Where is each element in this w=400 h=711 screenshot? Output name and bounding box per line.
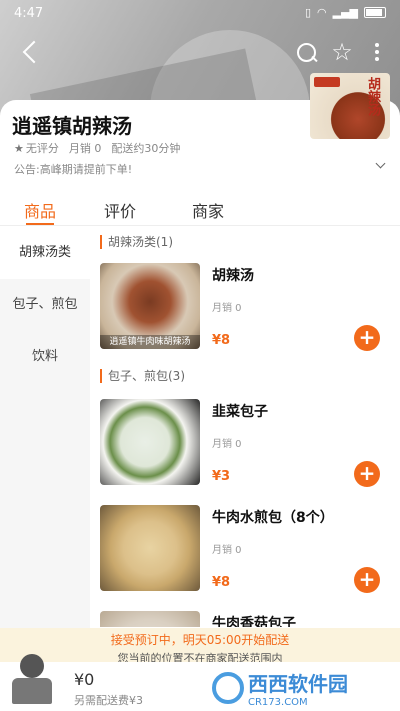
product-sales: 月销 0 bbox=[212, 439, 242, 450]
watermark-sub: CR173.COM bbox=[248, 697, 308, 708]
rating: ★ 无评分 bbox=[14, 140, 59, 156]
search-icon[interactable] bbox=[294, 40, 320, 66]
category-sidebar: 胡辣汤类 包子、煎包 饮料 bbox=[0, 227, 90, 647]
store-notice: 公告:高峰期请提前下单! bbox=[14, 163, 133, 176]
product-image bbox=[100, 611, 200, 627]
more-options-icon[interactable] bbox=[370, 40, 384, 66]
product-item[interactable]: 逍遥镇牛肉味胡辣汤 胡辣汤 月销 0 ¥8 + bbox=[100, 263, 390, 359]
product-image bbox=[100, 505, 200, 591]
add-to-cart-button[interactable]: + bbox=[354, 461, 380, 487]
category-header: 胡辣汤类(1) bbox=[100, 235, 173, 249]
tab-reviews[interactable]: 评价 bbox=[104, 198, 136, 222]
add-to-cart-button[interactable]: + bbox=[354, 567, 380, 593]
product-price: ¥3 bbox=[212, 469, 231, 484]
sidebar-item-buns[interactable]: 包子、煎包 bbox=[0, 279, 90, 331]
watermark: 西西软件园 CR173.COM bbox=[212, 672, 392, 708]
add-to-cart-button[interactable]: + bbox=[354, 325, 380, 351]
product-image: 逍遥镇牛肉味胡辣汤 bbox=[100, 263, 200, 349]
product-name: 韭菜包子 bbox=[212, 404, 268, 420]
product-sales: 月销 0 bbox=[212, 545, 242, 556]
store-meta: ★ 无评分 月销 0 配送约30分钟 bbox=[14, 140, 180, 156]
status-bar: 4:47 ▯ ◠ ▂▄▆ bbox=[0, 0, 400, 28]
rating-text: 无评分 bbox=[25, 142, 59, 155]
sidebar-item-soup[interactable]: 胡辣汤类 bbox=[0, 227, 90, 279]
monthly-sales: 月销 0 bbox=[68, 142, 102, 155]
watermark-logo-icon bbox=[212, 672, 244, 704]
delivery-fee: 另需配送费¥3 bbox=[74, 694, 143, 707]
tab-products[interactable]: 商品 bbox=[24, 198, 56, 222]
delivery-time: 配送约30分钟 bbox=[111, 142, 181, 155]
wifi-icon: ◠ bbox=[317, 6, 327, 19]
product-item[interactable]: 牛肉水煎包（8个） 月销 0 ¥8 + bbox=[100, 505, 390, 601]
preorder-notice: 接受预订中，明天05:00开始配送 您当前的位置不在商家配送范围内 bbox=[0, 628, 400, 665]
store-tabs: 商品 评价 商家 bbox=[0, 190, 400, 226]
sidebar-item-drinks[interactable]: 饮料 bbox=[0, 331, 90, 383]
product-image bbox=[100, 399, 200, 485]
chevron-down-icon[interactable] bbox=[376, 160, 386, 170]
vibrate-icon: ▯ bbox=[304, 6, 311, 19]
star-icon: ★ bbox=[14, 142, 24, 155]
store-logo-text: 胡辣汤 bbox=[365, 77, 380, 116]
logo-badge bbox=[314, 77, 340, 87]
image-caption: 逍遥镇牛肉味胡辣汤 bbox=[100, 335, 200, 349]
signal-icon: ▂▄▆ bbox=[332, 6, 358, 19]
top-nav-bar: ☆ bbox=[0, 36, 400, 70]
cart-bar: ¥0 另需配送费¥3 西西软件园 CR173.COM bbox=[0, 654, 400, 711]
back-icon[interactable] bbox=[18, 40, 44, 66]
product-list: 胡辣汤类(1) 逍遥镇牛肉味胡辣汤 胡辣汤 月销 0 ¥8 + 包子、煎包(3)… bbox=[90, 227, 400, 627]
preorder-line-1: 接受预订中，明天05:00开始配送 bbox=[110, 633, 290, 647]
category-header: 包子、煎包(3) bbox=[100, 369, 185, 383]
product-sales: 月销 0 bbox=[212, 303, 242, 314]
store-name: 逍遥镇胡辣汤 bbox=[12, 114, 132, 138]
store-logo: 胡辣汤 bbox=[310, 73, 390, 139]
status-time: 4:47 bbox=[14, 6, 44, 21]
product-item[interactable]: 韭菜包子 月销 0 ¥3 + bbox=[100, 399, 390, 495]
product-name: 胡辣汤 bbox=[212, 268, 254, 284]
status-icons: ▯ ◠ ▂▄▆ bbox=[305, 6, 386, 19]
cart-total: ¥0 bbox=[74, 670, 95, 689]
tab-merchant[interactable]: 商家 bbox=[192, 198, 224, 222]
watermark-title: 西西软件园 bbox=[248, 672, 348, 696]
favorite-star-icon[interactable]: ☆ bbox=[328, 38, 356, 66]
product-price: ¥8 bbox=[212, 575, 231, 590]
product-price: ¥8 bbox=[212, 333, 231, 348]
cart-icon[interactable] bbox=[10, 654, 54, 706]
product-name: 牛肉香菇包子 bbox=[212, 616, 296, 627]
active-tab-indicator bbox=[26, 223, 54, 225]
product-item[interactable]: 牛肉香菇包子 bbox=[100, 611, 390, 627]
battery-icon bbox=[364, 7, 386, 18]
watermark-text-block: 西西软件园 CR173.COM bbox=[248, 668, 348, 708]
product-name: 牛肉水煎包（8个） bbox=[212, 510, 334, 526]
